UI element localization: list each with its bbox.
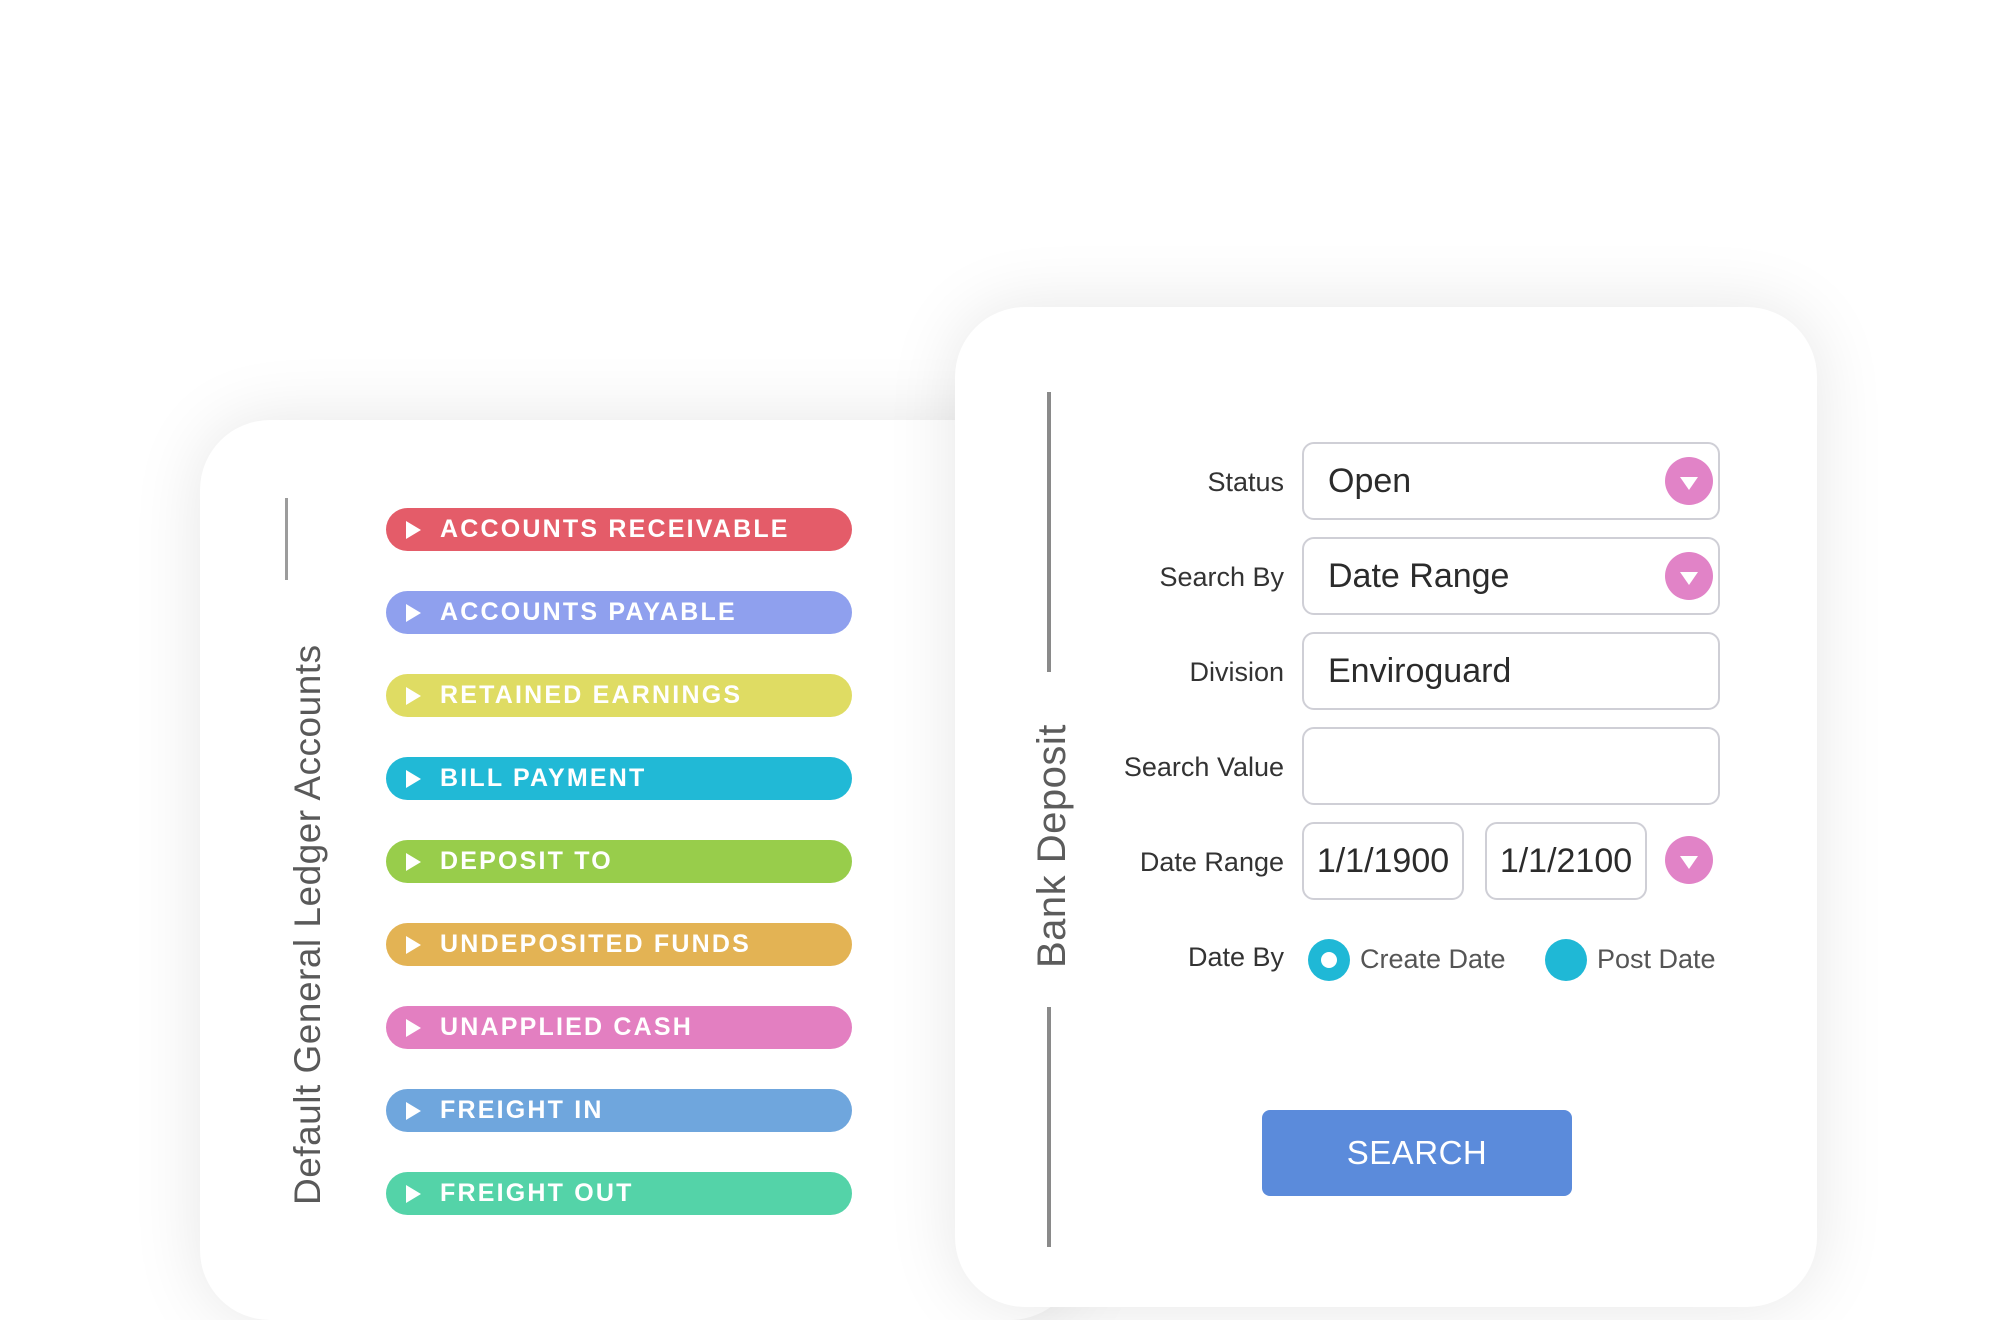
gl-item-retained-earnings[interactable]: RETAINED EARNINGS: [386, 674, 852, 717]
radio-post-date[interactable]: [1545, 939, 1587, 981]
gl-item-label: FREIGHT IN: [440, 1096, 604, 1124]
date-range-start-value: 1/1/1900: [1316, 841, 1450, 880]
play-triangle-icon: [406, 520, 421, 539]
search-by-label: Search By: [1159, 562, 1284, 592]
search-button[interactable]: SEARCH: [1262, 1110, 1572, 1196]
date-range-dropdown-button[interactable]: [1665, 836, 1713, 884]
division-field[interactable]: Enviroguard: [1302, 632, 1720, 710]
gl-item-label: FREIGHT OUT: [440, 1179, 634, 1207]
play-triangle-icon: [406, 1184, 421, 1203]
date-range-start-input[interactable]: 1/1/1900: [1302, 822, 1464, 900]
gl-item-unapplied-cash[interactable]: UNAPPLIED CASH: [386, 1006, 852, 1049]
date-range-end-value: 1/1/2100: [1499, 841, 1633, 880]
gl-item-freight-in[interactable]: FREIGHT IN: [386, 1089, 852, 1132]
date-range-label: Date Range: [1139, 847, 1284, 877]
radio-create-date-label[interactable]: Create Date: [1360, 944, 1506, 975]
play-triangle-icon: [406, 852, 421, 871]
gl-item-label: RETAINED EARNINGS: [440, 681, 743, 709]
bank-deposit-divider-bottom: [1047, 1007, 1051, 1247]
bank-deposit-divider-top: [1047, 392, 1051, 672]
gl-item-label: ACCOUNTS PAYABLE: [440, 598, 737, 626]
gl-item-label: BILL PAYMENT: [440, 764, 647, 792]
chevron-down-icon: [1680, 855, 1698, 869]
gl-item-label: DEPOSIT TO: [440, 847, 613, 875]
search-value-label: Search Value: [1123, 752, 1284, 782]
play-triangle-icon: [406, 1101, 421, 1120]
search-value-input[interactable]: [1302, 727, 1720, 805]
status-label: Status: [1207, 467, 1284, 497]
chevron-down-icon: [1680, 476, 1698, 490]
gl-item-accounts-payable[interactable]: ACCOUNTS PAYABLE: [386, 591, 852, 634]
gl-item-accounts-receivable[interactable]: ACCOUNTS RECEIVABLE: [386, 508, 852, 551]
date-by-label: Date By: [1187, 942, 1284, 972]
search-by-dropdown-button[interactable]: [1665, 552, 1713, 600]
gl-account-list: ACCOUNTS RECEIVABLE ACCOUNTS PAYABLE RET…: [386, 508, 852, 1255]
radio-post-date-label[interactable]: Post Date: [1597, 944, 1716, 975]
status-select[interactable]: Open: [1302, 442, 1720, 520]
division-label: Division: [1189, 657, 1284, 687]
gl-item-label: UNAPPLIED CASH: [440, 1013, 694, 1041]
play-triangle-icon: [406, 769, 421, 788]
status-dropdown-button[interactable]: [1665, 457, 1713, 505]
gl-title-divider: [285, 498, 288, 580]
search-by-value: Date Range: [1328, 556, 1510, 595]
play-triangle-icon: [406, 1018, 421, 1037]
date-range-end-input[interactable]: 1/1/2100: [1485, 822, 1647, 900]
play-triangle-icon: [406, 935, 421, 954]
chevron-down-icon: [1680, 571, 1698, 585]
bank-deposit-title: Bank Deposit: [1030, 724, 1074, 968]
gl-item-label: ACCOUNTS RECEIVABLE: [440, 515, 790, 543]
division-value: Enviroguard: [1328, 651, 1512, 690]
play-triangle-icon: [406, 686, 421, 705]
status-value: Open: [1328, 461, 1412, 500]
search-by-select[interactable]: Date Range: [1302, 537, 1720, 615]
gl-item-freight-out[interactable]: FREIGHT OUT: [386, 1172, 852, 1215]
gl-item-label: UNDEPOSITED FUNDS: [440, 930, 752, 958]
gl-item-undeposited-funds[interactable]: UNDEPOSITED FUNDS: [386, 923, 852, 966]
radio-create-date[interactable]: [1308, 939, 1350, 981]
gl-panel-title: Default General Ledger Accounts: [287, 644, 328, 1205]
play-triangle-icon: [406, 603, 421, 622]
gl-item-deposit-to[interactable]: DEPOSIT TO: [386, 840, 852, 883]
gl-item-bill-payment[interactable]: BILL PAYMENT: [386, 757, 852, 800]
